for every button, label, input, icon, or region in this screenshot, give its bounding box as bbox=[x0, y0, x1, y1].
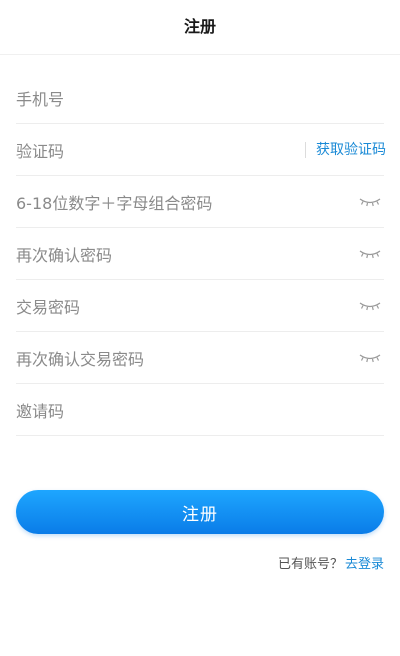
get-code-button[interactable]: 获取验证码 bbox=[305, 142, 386, 158]
verify-code-input[interactable]: 验证码 bbox=[16, 138, 64, 162]
eye-closed-icon[interactable] bbox=[358, 300, 382, 312]
eye-closed-icon[interactable] bbox=[358, 352, 382, 364]
trade-password-confirm-field[interactable]: 再次确认交易密码 bbox=[0, 332, 400, 384]
register-button[interactable]: 注册 bbox=[16, 490, 384, 534]
eye-closed-icon[interactable] bbox=[358, 196, 382, 208]
trade-password-confirm-input[interactable]: 再次确认交易密码 bbox=[16, 346, 144, 370]
go-login-link[interactable]: 去登录 bbox=[345, 557, 384, 572]
phone-field[interactable]: 手机号 bbox=[0, 72, 400, 124]
header-divider bbox=[0, 54, 400, 55]
trade-password-input[interactable]: 交易密码 bbox=[16, 294, 80, 318]
verify-code-field[interactable]: 验证码 获取验证码 bbox=[0, 124, 400, 176]
phone-input[interactable]: 手机号 bbox=[16, 86, 64, 110]
trade-password-field[interactable]: 交易密码 bbox=[0, 280, 400, 332]
eye-closed-icon[interactable] bbox=[358, 248, 382, 260]
password-field[interactable]: 6-18位数字＋字母组合密码 bbox=[0, 176, 400, 228]
field-divider bbox=[16, 435, 384, 436]
password-confirm-input[interactable]: 再次确认密码 bbox=[16, 242, 112, 266]
invite-code-field[interactable]: 邀请码 bbox=[0, 384, 400, 436]
top-bar: 注册 bbox=[0, 0, 400, 50]
page-title: 注册 bbox=[183, 17, 216, 36]
register-page: 注册 手机号 验证码 获取验证码 6-18位数字＋字母组合密码 再次确认密码 交… bbox=[0, 0, 400, 656]
login-question: 已有账号？ bbox=[277, 557, 343, 572]
invite-code-input[interactable]: 邀请码 bbox=[16, 398, 64, 422]
password-confirm-field[interactable]: 再次确认密码 bbox=[0, 228, 400, 280]
password-input[interactable]: 6-18位数字＋字母组合密码 bbox=[16, 190, 212, 214]
login-hint: 已有账号？ 去登录 bbox=[278, 553, 384, 572]
